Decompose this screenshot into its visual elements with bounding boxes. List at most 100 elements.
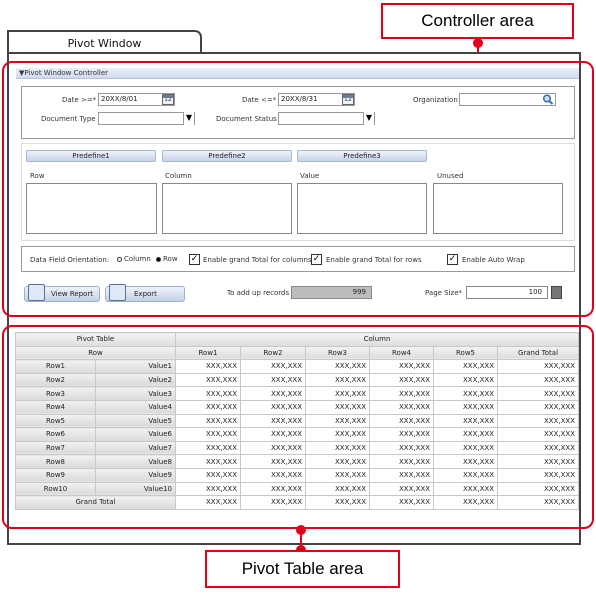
pivot-table-title: Pivot Table bbox=[15, 332, 176, 347]
column-list-label: Column bbox=[165, 172, 192, 180]
table-cell: XXX,XXX bbox=[433, 372, 498, 388]
table-cell: XXX,XXX bbox=[175, 495, 241, 510]
page-size-label: Page Size* bbox=[425, 289, 463, 297]
export-icon bbox=[109, 284, 126, 301]
table-row: Row9 Value9 XXX,XXX XXX,XXX XXX,XXX XXX,XXX XX… bbox=[15, 467, 579, 483]
column-header[interactable]: Row1 bbox=[175, 345, 241, 361]
table-cell: XXX,XXX bbox=[240, 413, 306, 429]
view-report-button[interactable]: View Report bbox=[24, 284, 100, 302]
table-cell: XXX,XXX bbox=[305, 495, 370, 510]
table-cell: XXX,XXX bbox=[175, 386, 241, 401]
document-status-dropdown-icon[interactable]: ▼ bbox=[363, 112, 374, 125]
table-cell: XXX,XXX bbox=[175, 427, 241, 442]
column-header[interactable]: Row3 bbox=[305, 345, 370, 361]
table-row: Row10 Value10 XXX,XXX XXX,XXX XXX,XXX XXX,XXX… bbox=[15, 481, 579, 497]
table-cell: XXX,XXX bbox=[305, 359, 370, 374]
table-cell: XXX,XXX bbox=[433, 359, 498, 374]
table-cell: XXX,XXX bbox=[305, 467, 370, 483]
table-row: Row5 Value5 XXX,XXX XXX,XXX XXX,XXX XXX,XXX XX… bbox=[15, 413, 579, 429]
date-to-calendar-icon[interactable]: 12 bbox=[342, 94, 354, 105]
search-icon[interactable] bbox=[542, 94, 554, 105]
table-row: Row6 Value6 XXX,XXX XXX,XXX XXX,XXX XXX,XXX XX… bbox=[15, 427, 579, 442]
date-from-label: Date >=* bbox=[62, 96, 97, 104]
controller-header[interactable]: ▼Pivot Window Controller bbox=[16, 68, 579, 79]
row-label: Row1 bbox=[15, 359, 96, 374]
table-cell: XXX,XXX bbox=[497, 467, 579, 483]
row-label: Row2 bbox=[15, 372, 96, 388]
pivot-table-area-callout: Pivot Table area bbox=[205, 550, 400, 588]
table-cell: XXX,XXX bbox=[497, 427, 579, 442]
unused-list-label: Unused bbox=[437, 172, 464, 180]
table-cell: XXX,XXX bbox=[497, 399, 579, 415]
view-report-label: View Report bbox=[51, 290, 94, 298]
column-listbox[interactable] bbox=[162, 183, 292, 234]
auto-wrap-checkbox[interactable]: ✓ bbox=[447, 254, 458, 265]
orientation-label: Data Field Orientation: bbox=[30, 256, 110, 264]
predefine3-button[interactable]: Predefine3 bbox=[297, 150, 427, 162]
table-cell: XXX,XXX bbox=[369, 399, 434, 415]
table-cell: XXX,XXX bbox=[369, 440, 434, 456]
document-status-select[interactable] bbox=[278, 112, 375, 125]
predefine1-button[interactable]: Predefine1 bbox=[26, 150, 156, 162]
row-group-header: Row bbox=[15, 345, 176, 361]
page-size-input[interactable]: 100 bbox=[466, 286, 548, 299]
table-cell: XXX,XXX bbox=[497, 413, 579, 429]
report-icon bbox=[28, 284, 45, 301]
table-cell: XXX,XXX bbox=[240, 454, 306, 469]
pivot-table: Pivot Table Column Row Row1 Row2 Row3 Row4 R… bbox=[15, 332, 579, 510]
table-cell: XXX,XXX bbox=[433, 427, 498, 442]
controller-area-callout: Controller area bbox=[381, 3, 574, 39]
column-header[interactable]: Row5 bbox=[433, 345, 498, 361]
export-button[interactable]: Export bbox=[105, 284, 185, 302]
table-row: Row3 Value3 XXX,XXX XXX,XXX XXX,XXX XXX,XXX XX… bbox=[15, 386, 579, 401]
table-cell: XXX,XXX bbox=[433, 454, 498, 469]
row-list-label: Row bbox=[30, 172, 45, 180]
table-cell: XXX,XXX bbox=[240, 427, 306, 442]
table-cell: XXX,XXX bbox=[305, 481, 370, 497]
value-listbox[interactable] bbox=[297, 183, 427, 234]
orientation-row-radio[interactable] bbox=[156, 257, 161, 262]
orientation-column-radio[interactable] bbox=[117, 257, 122, 262]
calculator-icon[interactable] bbox=[551, 286, 562, 299]
table-cell: XXX,XXX bbox=[497, 386, 579, 401]
organization-label: Organization bbox=[413, 96, 458, 104]
table-cell: XXX,XXX bbox=[305, 386, 370, 401]
document-status-label: Document Status bbox=[216, 115, 277, 123]
table-cell: XXX,XXX bbox=[369, 495, 434, 510]
table-cell: XXX,XXX bbox=[175, 399, 241, 415]
table-row: Row8 Value8 XXX,XXX XXX,XXX XXX,XXX XXX,XXX XX… bbox=[15, 454, 579, 469]
table-cell: XXX,XXX bbox=[240, 372, 306, 388]
grand-total-label: Grand Total bbox=[15, 495, 176, 510]
records-field: 999 bbox=[291, 286, 372, 299]
table-cell: XXX,XXX bbox=[175, 481, 241, 497]
orientation-column-label: Column bbox=[124, 255, 151, 263]
date-from-calendar-icon[interactable]: 12 bbox=[162, 94, 174, 105]
grand-total-columns-checkbox[interactable]: ✓ bbox=[189, 254, 200, 265]
table-cell: XXX,XXX bbox=[305, 454, 370, 469]
table-row: Row4 Value4 XXX,XXX XXX,XXX XXX,XXX XXX,XXX XX… bbox=[15, 399, 579, 415]
table-cell: XXX,XXX bbox=[433, 495, 498, 510]
row-value-label: Value10 bbox=[95, 481, 176, 497]
controller-callout-dot-top bbox=[473, 38, 483, 48]
column-header[interactable]: Row2 bbox=[240, 345, 306, 361]
predefine2-button[interactable]: Predefine2 bbox=[162, 150, 292, 162]
table-cell: XXX,XXX bbox=[497, 372, 579, 388]
pivot-window-tab[interactable]: Pivot Window bbox=[7, 30, 202, 54]
orientation-row-label: Row bbox=[163, 255, 178, 263]
table-cell: XXX,XXX bbox=[305, 399, 370, 415]
document-type-select[interactable] bbox=[98, 112, 195, 125]
table-cell: XXX,XXX bbox=[369, 359, 434, 374]
date-to-label: Date <=* bbox=[242, 96, 277, 104]
table-cell: XXX,XXX bbox=[240, 399, 306, 415]
row-listbox[interactable] bbox=[26, 183, 157, 234]
table-cell: XXX,XXX bbox=[497, 359, 579, 374]
column-header[interactable]: Grand Total bbox=[497, 345, 579, 361]
grand-total-rows-checkbox[interactable]: ✓ bbox=[311, 254, 322, 265]
row-value-label: Value6 bbox=[95, 427, 176, 442]
unused-listbox[interactable] bbox=[433, 183, 563, 234]
row-label: Row5 bbox=[15, 413, 96, 429]
column-header[interactable]: Row4 bbox=[369, 345, 434, 361]
grand-total-row: Grand Total XXX,XXX XXX,XXX XXX,XXX XXX,XXX X… bbox=[15, 495, 579, 510]
document-type-dropdown-icon[interactable]: ▼ bbox=[183, 112, 194, 125]
table-cell: XXX,XXX bbox=[497, 440, 579, 456]
